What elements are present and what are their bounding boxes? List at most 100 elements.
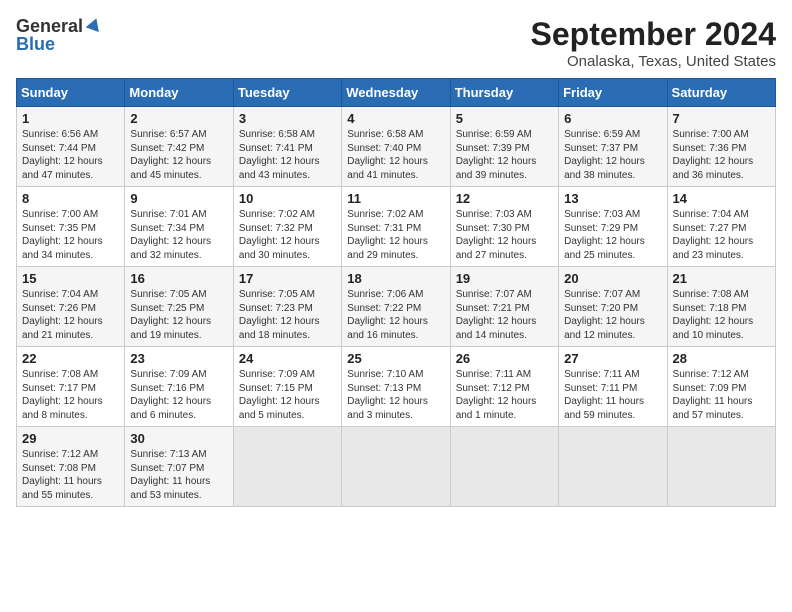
day-number: 26	[456, 351, 553, 366]
calendar-cell: 23 Sunrise: 7:09 AMSunset: 7:16 PMDaylig…	[125, 347, 233, 427]
calendar-cell: 11 Sunrise: 7:02 AMSunset: 7:31 PMDaylig…	[342, 187, 450, 267]
day-number: 3	[239, 111, 336, 126]
calendar-cell: 6 Sunrise: 6:59 AMSunset: 7:37 PMDayligh…	[559, 107, 667, 187]
calendar-cell: 30 Sunrise: 7:13 AMSunset: 7:07 PMDaylig…	[125, 427, 233, 507]
cell-content: Sunrise: 7:02 AMSunset: 7:32 PMDaylight:…	[239, 208, 336, 262]
calendar-cell: 2 Sunrise: 6:57 AMSunset: 7:42 PMDayligh…	[125, 107, 233, 187]
cell-content: Sunrise: 6:56 AMSunset: 7:44 PMDaylight:…	[22, 128, 119, 182]
calendar-cell: 29 Sunrise: 7:12 AMSunset: 7:08 PMDaylig…	[17, 427, 125, 507]
calendar-cell: 21 Sunrise: 7:08 AMSunset: 7:18 PMDaylig…	[667, 267, 775, 347]
calendar-cell: 12 Sunrise: 7:03 AMSunset: 7:30 PMDaylig…	[450, 187, 558, 267]
calendar-cell: 22 Sunrise: 7:08 AMSunset: 7:17 PMDaylig…	[17, 347, 125, 427]
calendar-cell: 5 Sunrise: 6:59 AMSunset: 7:39 PMDayligh…	[450, 107, 558, 187]
calendar-cell	[559, 427, 667, 507]
day-number: 1	[22, 111, 119, 126]
day-header-monday: Monday	[125, 79, 233, 107]
cell-content: Sunrise: 7:09 AMSunset: 7:15 PMDaylight:…	[239, 368, 336, 422]
day-number: 16	[130, 271, 227, 286]
cell-content: Sunrise: 7:02 AMSunset: 7:31 PMDaylight:…	[347, 208, 444, 262]
calendar-cell	[450, 427, 558, 507]
day-number: 2	[130, 111, 227, 126]
day-header-saturday: Saturday	[667, 79, 775, 107]
cell-content: Sunrise: 7:11 AMSunset: 7:12 PMDaylight:…	[456, 368, 553, 422]
calendar-cell: 8 Sunrise: 7:00 AMSunset: 7:35 PMDayligh…	[17, 187, 125, 267]
day-number: 13	[564, 191, 661, 206]
calendar-cell: 17 Sunrise: 7:05 AMSunset: 7:23 PMDaylig…	[233, 267, 341, 347]
day-header-tuesday: Tuesday	[233, 79, 341, 107]
cell-content: Sunrise: 7:00 AMSunset: 7:35 PMDaylight:…	[22, 208, 119, 262]
cell-content: Sunrise: 7:09 AMSunset: 7:16 PMDaylight:…	[130, 368, 227, 422]
day-number: 21	[673, 271, 770, 286]
day-number: 11	[347, 191, 444, 206]
cell-content: Sunrise: 7:00 AMSunset: 7:36 PMDaylight:…	[673, 128, 770, 182]
calendar-cell: 25 Sunrise: 7:10 AMSunset: 7:13 PMDaylig…	[342, 347, 450, 427]
cell-content: Sunrise: 7:07 AMSunset: 7:21 PMDaylight:…	[456, 288, 553, 342]
cell-content: Sunrise: 7:05 AMSunset: 7:23 PMDaylight:…	[239, 288, 336, 342]
calendar-cell: 24 Sunrise: 7:09 AMSunset: 7:15 PMDaylig…	[233, 347, 341, 427]
logo: General Blue	[16, 16, 103, 54]
month-title: September 2024	[531, 16, 776, 53]
day-number: 19	[456, 271, 553, 286]
day-number: 20	[564, 271, 661, 286]
day-number: 6	[564, 111, 661, 126]
calendar-cell: 13 Sunrise: 7:03 AMSunset: 7:29 PMDaylig…	[559, 187, 667, 267]
day-number: 7	[673, 111, 770, 126]
day-number: 8	[22, 191, 119, 206]
calendar-cell: 18 Sunrise: 7:06 AMSunset: 7:22 PMDaylig…	[342, 267, 450, 347]
cell-content: Sunrise: 7:04 AMSunset: 7:26 PMDaylight:…	[22, 288, 119, 342]
cell-content: Sunrise: 7:12 AMSunset: 7:08 PMDaylight:…	[22, 448, 119, 502]
day-number: 28	[673, 351, 770, 366]
cell-content: Sunrise: 7:06 AMSunset: 7:22 PMDaylight:…	[347, 288, 444, 342]
calendar-cell: 28 Sunrise: 7:12 AMSunset: 7:09 PMDaylig…	[667, 347, 775, 427]
cell-content: Sunrise: 6:57 AMSunset: 7:42 PMDaylight:…	[130, 128, 227, 182]
cell-content: Sunrise: 7:12 AMSunset: 7:09 PMDaylight:…	[673, 368, 770, 422]
day-number: 10	[239, 191, 336, 206]
day-number: 23	[130, 351, 227, 366]
calendar-cell: 1 Sunrise: 6:56 AMSunset: 7:44 PMDayligh…	[17, 107, 125, 187]
day-number: 4	[347, 111, 444, 126]
day-number: 14	[673, 191, 770, 206]
cell-content: Sunrise: 7:07 AMSunset: 7:20 PMDaylight:…	[564, 288, 661, 342]
cell-content: Sunrise: 7:04 AMSunset: 7:27 PMDaylight:…	[673, 208, 770, 262]
day-number: 12	[456, 191, 553, 206]
day-header-friday: Friday	[559, 79, 667, 107]
day-number: 30	[130, 431, 227, 446]
cell-content: Sunrise: 7:05 AMSunset: 7:25 PMDaylight:…	[130, 288, 227, 342]
calendar-cell: 27 Sunrise: 7:11 AMSunset: 7:11 PMDaylig…	[559, 347, 667, 427]
title-area: September 2024 Onalaska, Texas, United S…	[531, 16, 776, 70]
calendar-week-row: 15 Sunrise: 7:04 AMSunset: 7:26 PMDaylig…	[17, 267, 776, 347]
cell-content: Sunrise: 6:58 AMSunset: 7:40 PMDaylight:…	[347, 128, 444, 182]
day-number: 24	[239, 351, 336, 366]
day-number: 27	[564, 351, 661, 366]
calendar-week-row: 29 Sunrise: 7:12 AMSunset: 7:08 PMDaylig…	[17, 427, 776, 507]
cell-content: Sunrise: 7:03 AMSunset: 7:30 PMDaylight:…	[456, 208, 553, 262]
calendar-week-row: 8 Sunrise: 7:00 AMSunset: 7:35 PMDayligh…	[17, 187, 776, 267]
day-number: 17	[239, 271, 336, 286]
calendar-cell: 10 Sunrise: 7:02 AMSunset: 7:32 PMDaylig…	[233, 187, 341, 267]
day-number: 22	[22, 351, 119, 366]
day-header-sunday: Sunday	[17, 79, 125, 107]
calendar-cell	[667, 427, 775, 507]
day-number: 29	[22, 431, 119, 446]
cell-content: Sunrise: 6:59 AMSunset: 7:37 PMDaylight:…	[564, 128, 661, 182]
logo-arrow-icon	[85, 16, 103, 39]
calendar-cell: 7 Sunrise: 7:00 AMSunset: 7:36 PMDayligh…	[667, 107, 775, 187]
day-number: 5	[456, 111, 553, 126]
calendar-cell: 20 Sunrise: 7:07 AMSunset: 7:20 PMDaylig…	[559, 267, 667, 347]
calendar-cell: 14 Sunrise: 7:04 AMSunset: 7:27 PMDaylig…	[667, 187, 775, 267]
logo-blue: Blue	[16, 35, 55, 55]
cell-content: Sunrise: 7:08 AMSunset: 7:18 PMDaylight:…	[673, 288, 770, 342]
calendar-cell: 15 Sunrise: 7:04 AMSunset: 7:26 PMDaylig…	[17, 267, 125, 347]
calendar-cell	[233, 427, 341, 507]
calendar-table: SundayMondayTuesdayWednesdayThursdayFrid…	[16, 78, 776, 507]
calendar-cell: 19 Sunrise: 7:07 AMSunset: 7:21 PMDaylig…	[450, 267, 558, 347]
calendar-cell: 9 Sunrise: 7:01 AMSunset: 7:34 PMDayligh…	[125, 187, 233, 267]
cell-content: Sunrise: 7:11 AMSunset: 7:11 PMDaylight:…	[564, 368, 661, 422]
cell-content: Sunrise: 7:08 AMSunset: 7:17 PMDaylight:…	[22, 368, 119, 422]
header: General Blue September 2024 Onalaska, Te…	[16, 16, 776, 70]
day-number: 25	[347, 351, 444, 366]
calendar-cell: 4 Sunrise: 6:58 AMSunset: 7:40 PMDayligh…	[342, 107, 450, 187]
calendar-cell: 3 Sunrise: 6:58 AMSunset: 7:41 PMDayligh…	[233, 107, 341, 187]
calendar-cell: 26 Sunrise: 7:11 AMSunset: 7:12 PMDaylig…	[450, 347, 558, 427]
cell-content: Sunrise: 6:59 AMSunset: 7:39 PMDaylight:…	[456, 128, 553, 182]
